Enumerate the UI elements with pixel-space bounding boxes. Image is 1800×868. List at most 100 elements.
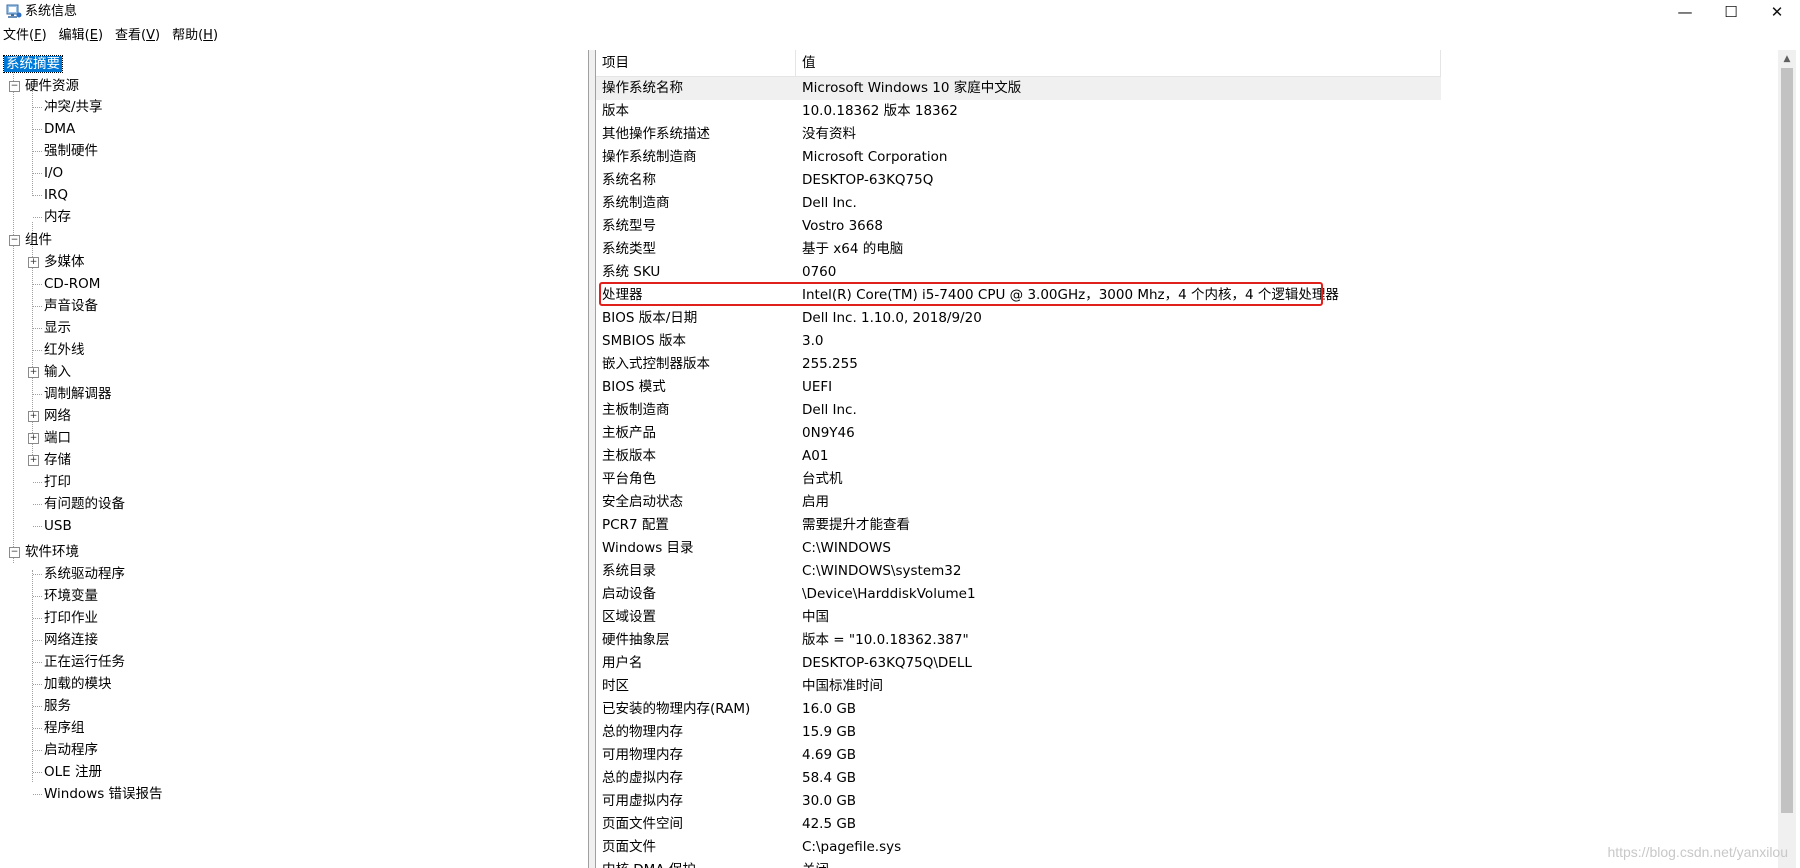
expand-icon[interactable]: + [28,455,39,466]
tree-item-hardware[interactable]: 硬件资源 [25,76,79,96]
tree-item-infrared[interactable]: 红外线 [44,340,85,360]
table-row[interactable]: 系统型号 Vostro 3668 [596,215,1441,238]
table-row[interactable]: 系统名称 DESKTOP-63KQ75Q [596,169,1441,192]
details-list[interactable]: 项目 值 操作系统名称 Microsoft Windows 10 家庭中文版 版本 1… [595,50,1779,868]
tree-item-usb[interactable]: USB [44,516,72,536]
vertical-scrollbar[interactable]: ▲ [1778,50,1796,868]
table-row[interactable]: Windows 目录 C:\WINDOWS [596,537,1441,560]
collapse-icon[interactable]: − [9,235,20,246]
item-cell: 主板产品 [602,425,656,441]
table-row[interactable]: 其他操作系统描述 没有资料 [596,123,1441,146]
tree-item-input[interactable]: 输入 [44,362,71,382]
table-row[interactable]: 区域设置 中国 [596,606,1441,629]
tree-item-windows-error-reporting[interactable]: Windows 错误报告 [44,784,163,804]
tree-item-services[interactable]: 服务 [44,696,71,716]
scroll-up-icon[interactable]: ▲ [1778,50,1796,67]
expand-icon[interactable]: + [28,257,39,268]
tree-item-net-connections[interactable]: 网络连接 [44,630,98,650]
column-header-item[interactable]: 项目 [596,50,796,76]
tree-connector [33,684,42,685]
table-row[interactable]: 可用物理内存 4.69 GB [596,744,1441,767]
table-row[interactable]: 操作系统名称 Microsoft Windows 10 家庭中文版 [596,77,1441,100]
table-row[interactable]: 总的物理内存 15.9 GB [596,721,1441,744]
tree-item-storage[interactable]: 存储 [44,450,71,470]
tree-item-env-vars[interactable]: 环境变量 [44,586,98,606]
table-row[interactable]: 系统类型 基于 x64 的电脑 [596,238,1441,261]
tree-item-running-tasks[interactable]: 正在运行任务 [44,652,125,672]
collapse-icon[interactable]: − [9,81,20,92]
table-row[interactable]: 硬件抽象层 版本 = "10.0.18362.387" [596,629,1441,652]
tree-item-problem-devices[interactable]: 有问题的设备 [44,494,125,514]
tree-connector [33,482,42,483]
tree-item-io[interactable]: I/O [44,163,63,183]
tree-item-system-summary[interactable]: 系统摘要 [3,54,63,74]
menu-view[interactable]: 查看(V) [115,27,166,45]
tree-item-dma[interactable]: DMA [44,119,75,139]
item-cell: 操作系统名称 [602,80,683,96]
category-tree[interactable]: 系统摘要 − 硬件资源 冲突/共享 DMA 强制硬件 I/O IRQ 内存 − … [0,50,589,868]
minimize-button[interactable]: — [1662,0,1708,24]
menu-help[interactable]: 帮助(H) [172,27,224,45]
tree-item-printing[interactable]: 打印 [44,472,71,492]
table-row[interactable]: 已安装的物理内存(RAM) 16.0 GB [596,698,1441,721]
item-cell: 页面文件 [602,839,656,855]
value-cell: 15.9 GB [802,724,857,740]
table-row[interactable]: 页面文件空间 42.5 GB [596,813,1441,836]
table-row[interactable]: 总的虚拟内存 58.4 GB [596,767,1441,790]
table-row[interactable]: 内核 DMA 保护关闭 [596,859,1441,868]
tree-item-cdrom[interactable]: CD-ROM [44,274,100,294]
maximize-button[interactable]: ☐ [1708,0,1754,24]
tree-item-display[interactable]: 显示 [44,318,71,338]
table-row[interactable]: 处理器 Intel(R) Core(TM) i5-7400 CPU @ 3.00G… [596,284,1441,307]
table-row[interactable]: 页面文件 C:\pagefile.sys [596,836,1441,859]
table-row[interactable]: 用户名 DESKTOP-63KQ75Q\DELL [596,652,1441,675]
tree-item-forced-hardware[interactable]: 强制硬件 [44,141,98,161]
tree-item-irq[interactable]: IRQ [44,185,68,205]
table-row[interactable]: SMBIOS 版本 3.0 [596,330,1441,353]
table-row[interactable]: 时区 中国标准时间 [596,675,1441,698]
expand-icon[interactable]: + [28,433,39,444]
tree-connector [33,750,42,751]
table-row[interactable]: BIOS 模式 UEFI [596,376,1441,399]
expand-icon[interactable]: + [28,367,39,378]
tree-item-multimedia[interactable]: 多媒体 [44,252,85,272]
scrollbar-thumb[interactable] [1781,68,1793,813]
table-row[interactable]: 可用虚拟内存 30.0 GB [596,790,1441,813]
table-row[interactable]: 主板制造商 Dell Inc. [596,399,1441,422]
table-row[interactable]: 安全启动状态 启用 [596,491,1441,514]
menu-edit[interactable]: 编辑(E) [59,27,109,45]
tree-item-modem[interactable]: 调制解调器 [44,384,112,404]
table-row[interactable]: 主板产品 0N9Y46 [596,422,1441,445]
table-row[interactable]: PCR7 配置 需要提升才能查看 [596,514,1441,537]
tree-item-conflicts[interactable]: 冲突/共享 [44,97,103,117]
table-row[interactable]: 主板版本 A01 [596,445,1441,468]
tree-item-drivers[interactable]: 系统驱动程序 [44,564,125,584]
tree-item-ports[interactable]: 端口 [44,428,71,448]
tree-item-sound[interactable]: 声音设备 [44,296,98,316]
tree-item-memory[interactable]: 内存 [44,207,71,227]
table-row[interactable]: 版本 10.0.18362 版本 18362 [596,100,1441,123]
table-row[interactable]: 系统目录 C:\WINDOWS\system32 [596,560,1441,583]
table-row[interactable]: 系统 SKU 0760 [596,261,1441,284]
table-row[interactable]: 系统制造商 Dell Inc. [596,192,1441,215]
table-row[interactable]: 启动设备 \Device\HarddiskVolume1 [596,583,1441,606]
tree-item-loaded-modules[interactable]: 加载的模块 [44,674,112,694]
table-row[interactable]: BIOS 版本/日期 Dell Inc. 1.10.0, 2018/9/20 [596,307,1441,330]
tree-item-components[interactable]: 组件 [25,230,52,250]
menu-file[interactable]: 文件(F) [3,27,53,45]
table-row[interactable]: 操作系统制造商 Microsoft Corporation [596,146,1441,169]
column-header-value[interactable]: 值 [796,50,1441,76]
tree-item-network[interactable]: 网络 [44,406,71,426]
table-row[interactable]: 嵌入式控制器版本 255.255 [596,353,1441,376]
close-button[interactable]: ✕ [1754,0,1800,24]
tree-item-program-groups[interactable]: 程序组 [44,718,85,738]
tree-item-software[interactable]: 软件环境 [25,542,79,562]
tree-item-print-jobs[interactable]: 打印作业 [44,608,98,628]
table-row[interactable]: 平台角色 台式机 [596,468,1441,491]
collapse-icon[interactable]: − [9,547,20,558]
item-cell: 总的虚拟内存 [602,770,683,786]
tree-item-startup-programs[interactable]: 启动程序 [44,740,98,760]
expand-icon[interactable]: + [28,411,39,422]
value-cell: C:\WINDOWS\system32 [802,563,962,579]
tree-item-ole-registration[interactable]: OLE 注册 [44,762,102,782]
